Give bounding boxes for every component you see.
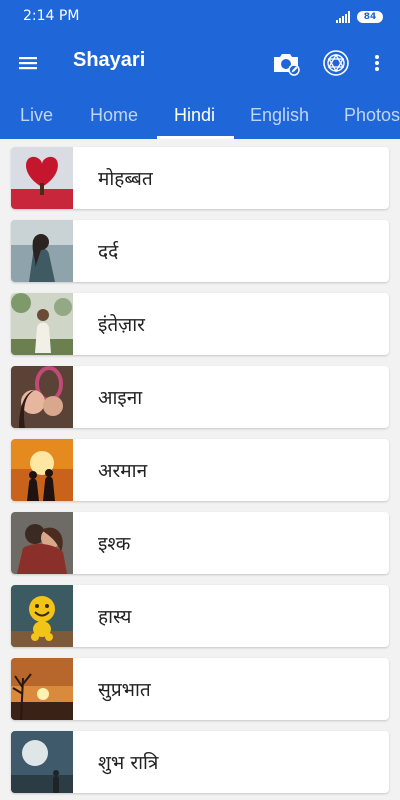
sunset-couple-image [11,439,73,501]
moon-night-image [11,731,73,793]
category-card-armaan[interactable]: अरमान [11,439,389,501]
category-card-aaina[interactable]: आइना [11,366,389,428]
category-label: आइना [98,387,143,409]
app-title: Shayari [73,49,146,71]
red-heart-tree-image [11,147,73,209]
category-label: दर्द [98,241,119,263]
smiley-toy-image [11,585,73,647]
category-card-suprabhat[interactable]: सुप्रभात [11,658,389,720]
category-label: हास्य [98,606,132,628]
category-card-shubh-ratri[interactable]: शुभ रात्रि [11,731,389,793]
chakra-icon[interactable] [322,49,350,77]
more-vert-icon[interactable] [369,51,385,75]
hugging-couple-image [11,512,73,574]
tab-english[interactable]: English [250,105,309,126]
status-bar: 2:14 PM 84 [0,0,400,33]
category-label: अरमान [98,460,148,482]
tab-live[interactable]: Live [20,105,53,126]
tab-home[interactable]: Home [90,105,138,126]
category-label: इश्क [98,533,131,555]
category-card-intezaar[interactable]: इंतेज़ार [11,293,389,355]
tab-indicator [157,136,234,139]
waiting-girl-image [11,293,73,355]
camera-icon[interactable] [272,50,300,76]
category-label: इंतेज़ार [98,314,145,336]
sunrise-image [11,658,73,720]
category-card-ishq[interactable]: इश्क [11,512,389,574]
menu-icon[interactable] [16,51,40,75]
category-label: मोहब्बत [98,168,153,190]
mirror-couple-image [11,366,73,428]
status-time: 2:14 PM [23,8,80,24]
battery-icon: 84 [357,11,383,23]
signal-icon [336,11,350,23]
sad-girl-image [11,220,73,282]
app-bar: Shayari [0,33,400,93]
tab-bar: Live Home Hindi English Photos [0,93,400,139]
tab-hindi[interactable]: Hindi [174,105,215,126]
tab-photos[interactable]: Photos [344,105,400,126]
category-card-dard[interactable]: दर्द [11,220,389,282]
category-card-mohabbat[interactable]: मोहब्बत [11,147,389,209]
category-label: सुप्रभात [98,679,151,701]
category-card-haasya[interactable]: हास्य [11,585,389,647]
category-label: शुभ रात्रि [98,752,159,774]
